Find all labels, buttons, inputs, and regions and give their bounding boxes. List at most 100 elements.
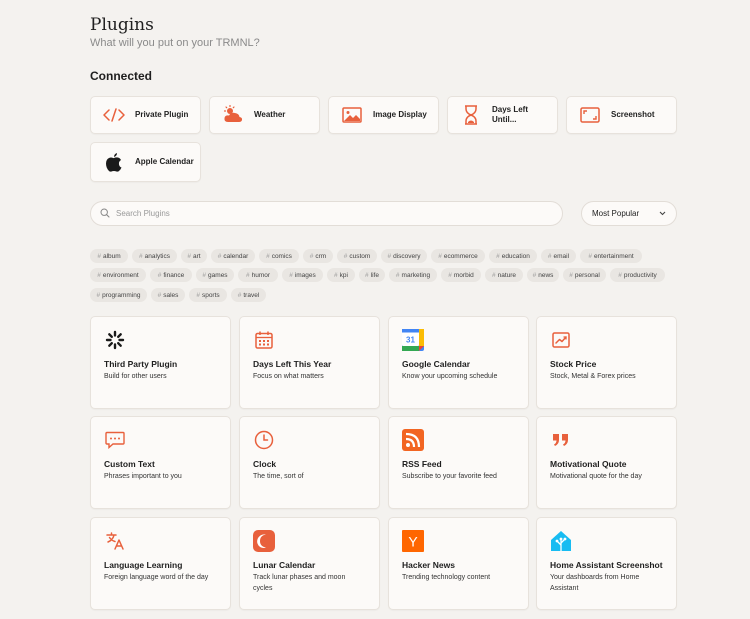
connected-private-plugin[interactable]: Private Plugin	[90, 96, 201, 134]
connected-image-display[interactable]: Image Display	[328, 96, 439, 134]
tag-calendar[interactable]: # calendar	[211, 249, 255, 263]
tag-travel[interactable]: # travel	[231, 288, 266, 302]
plugin-title: RSS Feed	[402, 459, 442, 469]
plugin-card-home-assistant-screenshot[interactable]: Home Assistant Screenshot Your dashboard…	[536, 517, 677, 610]
plugin-title: Lunar Calendar	[253, 560, 316, 570]
tag-custom[interactable]: # custom	[337, 249, 377, 263]
tag-email[interactable]: # email	[541, 249, 576, 263]
connected-item-label: Days Left Until...	[492, 104, 529, 124]
tag-kpi[interactable]: # kpi	[327, 268, 355, 282]
plugin-title: Google Calendar	[402, 359, 471, 369]
code-icon	[103, 104, 125, 126]
tag-life[interactable]: # life	[359, 268, 385, 282]
svg-text:Y: Y	[408, 534, 418, 550]
plugin-card-language-learning[interactable]: Language Learning Foreign language word …	[90, 517, 231, 610]
tag-education[interactable]: # education	[489, 249, 537, 263]
plugin-description: Track lunar phases and moon cycles	[253, 574, 346, 592]
plugin-description: Subscribe to your favorite feed	[402, 473, 497, 480]
rss-icon	[402, 429, 424, 451]
moon-icon	[253, 530, 275, 552]
plugin-card-motivational-quote[interactable]: Motivational Quote Motivational quote fo…	[536, 416, 677, 509]
connected-item-label: Weather	[254, 109, 286, 119]
plugin-card-custom-text[interactable]: Custom Text Phrases important to you	[90, 416, 231, 509]
tag-games[interactable]: # games	[196, 268, 234, 282]
search-input[interactable]	[116, 209, 536, 218]
hourglass-icon	[460, 104, 482, 126]
tag-morbid[interactable]: # morbid	[441, 268, 481, 282]
tag-marketing[interactable]: # marketing	[389, 268, 437, 282]
plugin-card-lunar-calendar[interactable]: Lunar Calendar Track lunar phases and mo…	[239, 517, 380, 610]
spinner-icon	[104, 329, 126, 351]
svg-text:31: 31	[406, 336, 415, 345]
plugin-title: Clock	[253, 459, 277, 469]
plugin-card-google-calendar[interactable]: 31 Google Calendar Know your upcoming sc…	[388, 316, 529, 409]
tag-analytics[interactable]: # analytics	[132, 249, 177, 263]
sort-dropdown[interactable]: Most Popular	[581, 201, 677, 226]
tag-entertainment[interactable]: # entertainment	[580, 249, 642, 263]
plugin-title: Language Learning	[104, 560, 183, 570]
plugin-card-stock-price[interactable]: Stock Price Stock, Metal & Forex prices	[536, 316, 677, 409]
plugin-title: Stock Price	[550, 359, 597, 369]
plugin-description: Focus on what matters	[253, 373, 324, 380]
search-bar[interactable]	[90, 201, 563, 226]
sort-selected: Most Popular	[592, 209, 640, 218]
hacker-news-icon: Y	[402, 530, 424, 552]
tag-personal[interactable]: # personal	[563, 268, 606, 282]
connected-item-label: Screenshot	[611, 109, 655, 119]
page-title: Plugins	[90, 15, 154, 35]
tag-comics[interactable]: # comics	[259, 249, 299, 263]
plugin-description: Your dashboards from Home Assistant	[550, 574, 640, 592]
plugin-title: Custom Text	[104, 459, 155, 469]
clock-icon	[253, 429, 275, 451]
plugin-description: Phrases important to you	[104, 473, 182, 480]
plugin-title: Home Assistant Screenshot	[550, 560, 663, 570]
plugin-card-rss-feed[interactable]: RSS Feed Subscribe to your favorite feed	[388, 416, 529, 509]
chart-icon	[550, 329, 572, 351]
connected-item-label: Private Plugin	[135, 109, 189, 119]
tag-images[interactable]: # images	[282, 268, 323, 282]
tag-ecommerce[interactable]: # ecommerce	[431, 249, 485, 263]
tag-sports[interactable]: # sports	[189, 288, 227, 302]
plugin-description: Trending technology content	[402, 574, 491, 581]
page-subtitle: What will you put on your TRMNL?	[90, 37, 260, 49]
plugin-title: Hacker News	[402, 560, 455, 570]
weather-icon	[222, 104, 244, 126]
chat-bubble-icon	[104, 429, 126, 451]
tag-crm[interactable]: # crm	[303, 249, 333, 263]
translate-icon	[104, 530, 126, 552]
tag-discovery[interactable]: # discovery	[381, 249, 427, 263]
tag-art[interactable]: # art	[181, 249, 207, 263]
connected-weather[interactable]: Weather	[209, 96, 320, 134]
connected-screenshot[interactable]: Screenshot	[566, 96, 677, 134]
tag-humor[interactable]: # humor	[238, 268, 278, 282]
tag-productivity[interactable]: # productivity	[610, 268, 665, 282]
connected-apple-calendar[interactable]: Apple Calendar	[90, 142, 201, 182]
plugin-description: Stock, Metal & Forex prices	[550, 373, 636, 380]
connected-section-title: Connected	[90, 69, 153, 83]
plugin-card-days-left-this-year[interactable]: Days Left This Year Focus on what matter…	[239, 316, 380, 409]
quote-icon	[550, 429, 572, 451]
tag-programming[interactable]: # programming	[90, 288, 147, 302]
google-calendar-icon: 31	[402, 329, 424, 351]
plugin-title: Motivational Quote	[550, 459, 627, 469]
search-icon	[100, 205, 110, 223]
home-assistant-icon	[550, 530, 572, 552]
tag-nature[interactable]: # nature	[485, 268, 523, 282]
calendar-grid-icon	[253, 329, 275, 351]
chevron-down-icon	[659, 209, 666, 218]
tag-environment[interactable]: # environment	[90, 268, 146, 282]
plugin-card-hacker-news[interactable]: Y Hacker News Trending technology conten…	[388, 517, 529, 610]
tag-sales[interactable]: # sales	[151, 288, 185, 302]
tag-news[interactable]: # news	[527, 268, 559, 282]
plugin-description: Foreign language word of the day	[104, 574, 209, 581]
tag-album[interactable]: # album	[90, 249, 128, 263]
plugin-description: Know your upcoming schedule	[402, 373, 498, 380]
apple-icon	[103, 151, 125, 173]
tag-finance[interactable]: # finance	[150, 268, 192, 282]
plugin-card-third-party-plugin[interactable]: Third Party Plugin Build for other users	[90, 316, 231, 409]
image-icon	[341, 104, 363, 126]
connected-item-label: Apple Calendar	[135, 156, 194, 166]
connected-days-left-until[interactable]: Days Left Until...	[447, 96, 558, 134]
plugin-description: Build for other users	[104, 373, 167, 380]
plugin-card-clock[interactable]: Clock The time, sort of	[239, 416, 380, 509]
